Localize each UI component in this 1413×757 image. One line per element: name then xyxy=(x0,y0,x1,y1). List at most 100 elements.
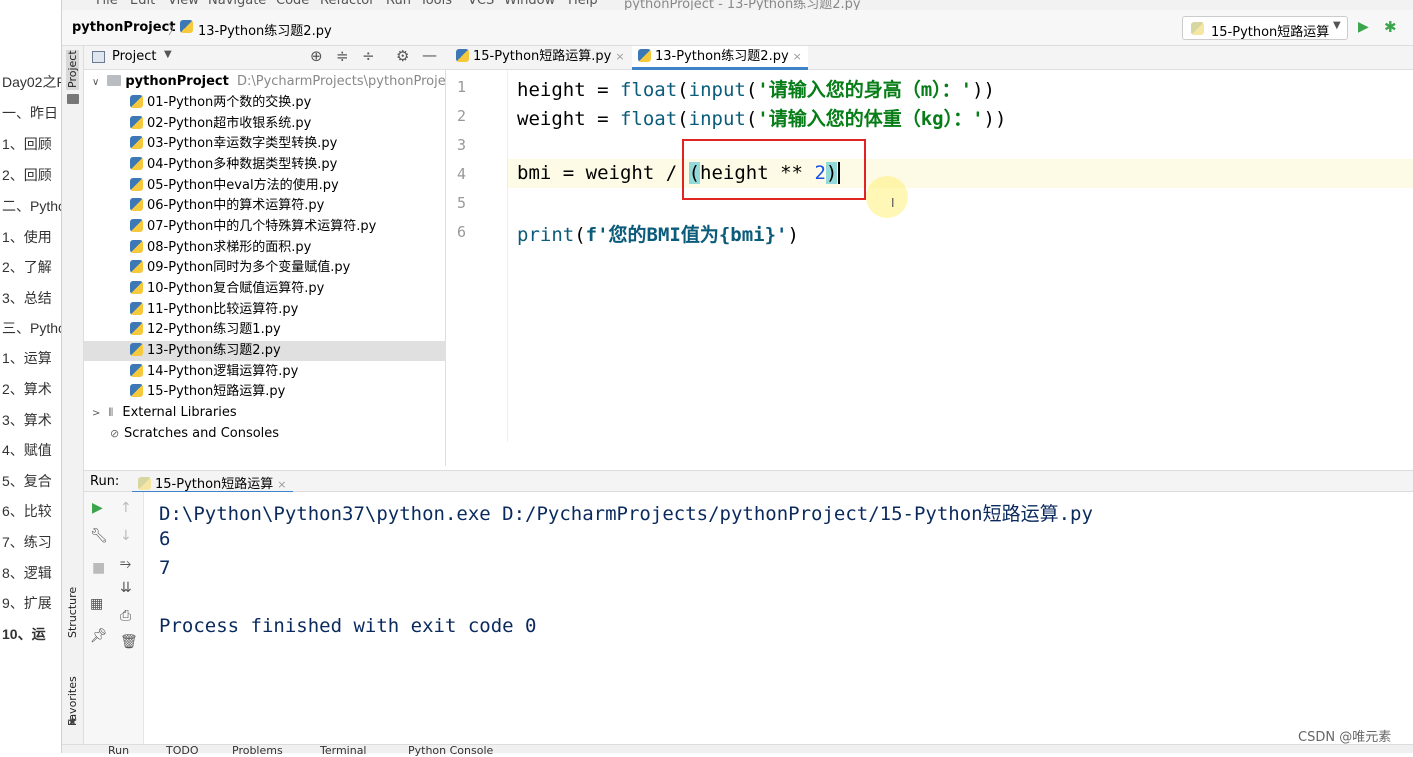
python-file-icon xyxy=(138,477,151,490)
tree-file[interactable]: 07-Python中的几个特殊算术运算符.py xyxy=(84,217,446,237)
tree-external-libraries[interactable]: > ⦀ External Libraries xyxy=(84,403,446,423)
tree-file[interactable]: 14-Python逻辑运算符.py xyxy=(84,362,446,382)
menu-code[interactable]: Code xyxy=(276,0,309,8)
tree-file[interactable]: 06-Python中的算术运算符.py xyxy=(84,196,446,216)
tree-file-selected[interactable]: 13-Python练习题2.py xyxy=(84,341,446,361)
text-cursor-icon: I xyxy=(891,196,895,210)
trash-icon[interactable]: 🗑︎ xyxy=(120,634,138,650)
console-output[interactable]: D:\Python\Python37\python.exe D:/Pycharm… xyxy=(144,492,1413,744)
down-arrow-icon[interactable]: ↓ xyxy=(120,528,132,544)
python-file-icon xyxy=(130,343,143,356)
note-line: 7、练习 xyxy=(2,534,52,550)
tree-file[interactable]: 12-Python练习题1.py xyxy=(84,320,446,340)
structure-tool-tab[interactable]: Structure xyxy=(66,578,79,638)
file-name: 02-Python超市收银系统.py xyxy=(147,116,312,131)
file-name: 01-Python两个数的交换.py xyxy=(147,95,312,110)
print-icon[interactable]: ⎙ xyxy=(120,608,131,624)
menu-window[interactable]: Window xyxy=(504,0,555,8)
bottom-tool-bar: Run TODO Problems Terminal Python Consol… xyxy=(62,744,1413,757)
line-number: 4 xyxy=(456,165,466,183)
tree-file[interactable]: 03-Python幸运数字类型转换.py xyxy=(84,134,446,154)
menu-refactor[interactable]: Refactor xyxy=(320,0,375,8)
line-number: 3 xyxy=(456,136,466,154)
menu-run[interactable]: Run xyxy=(386,0,411,8)
locate-icon[interactable]: ⊕ xyxy=(310,47,323,65)
tree-file[interactable]: 02-Python超市收银系统.py xyxy=(84,114,446,134)
tree-file[interactable]: 09-Python同时为多个变量赋值.py xyxy=(84,258,446,278)
layout-icon[interactable]: ▦ xyxy=(90,596,103,612)
chevron-down-icon: ∨ xyxy=(92,77,100,88)
project-panel-header: Project ▼ ⊕ ≑ ÷ ⚙ — xyxy=(84,46,446,70)
soft-wrap-icon[interactable]: ⥱ xyxy=(120,556,131,572)
tree-file[interactable]: 15-Python短路运算.py xyxy=(84,382,446,402)
breadcrumb-project[interactable]: pythonProject xyxy=(72,20,176,35)
line-number: 6 xyxy=(456,223,466,241)
hide-icon[interactable]: — xyxy=(422,46,437,64)
run-label: Run: xyxy=(90,474,120,489)
tree-file[interactable]: 11-Python比较运算符.py xyxy=(84,300,446,320)
line-number: 1 xyxy=(456,78,466,96)
chevron-down-icon[interactable]: ▼ xyxy=(164,49,172,60)
menu-tools[interactable]: Tools xyxy=(420,0,452,8)
up-arrow-icon[interactable]: ↑ xyxy=(120,500,132,516)
menu-file[interactable]: File xyxy=(96,0,118,8)
file-name: 03-Python幸运数字类型转换.py xyxy=(147,136,338,151)
project-tool-tab[interactable]: Project xyxy=(66,50,79,90)
close-icon[interactable]: × xyxy=(615,50,624,63)
tree-file[interactable]: 05-Python中eval方法的使用.py xyxy=(84,176,446,196)
project-view-icon xyxy=(92,51,105,63)
tree-file[interactable]: 10-Python复合赋值运算符.py xyxy=(84,279,446,299)
gear-icon[interactable]: ⚙ xyxy=(396,47,409,65)
python-file-icon xyxy=(130,136,143,149)
menu-edit[interactable]: Edit xyxy=(130,0,155,8)
stop-icon[interactable]: ■ xyxy=(92,560,105,576)
bottom-tab-todo[interactable]: TODO xyxy=(166,744,199,757)
console-line: 6 xyxy=(159,528,171,550)
close-icon[interactable]: × xyxy=(277,478,286,491)
breadcrumb-file[interactable]: 13-Python练习题2.py xyxy=(198,20,332,39)
note-line: 1、回顾 xyxy=(2,136,52,152)
bottom-tab-problems[interactable]: Problems xyxy=(232,744,283,757)
left-tool-strip: Project Structure Favorites ★ xyxy=(62,46,84,753)
collapse-all-icon[interactable]: ÷ xyxy=(362,47,375,65)
pin-icon[interactable]: 📌︎ xyxy=(90,628,108,644)
menu-vcs[interactable]: VCS xyxy=(468,0,494,8)
bottom-tab-run[interactable]: Run xyxy=(108,744,129,757)
file-name: 05-Python中eval方法的使用.py xyxy=(147,178,339,193)
menu-navigate[interactable]: Navigate xyxy=(208,0,266,8)
python-file-icon xyxy=(130,322,143,335)
file-name: 11-Python比较运算符.py xyxy=(147,302,299,317)
line-number: 5 xyxy=(456,194,466,212)
code-editor[interactable]: height = float(input('请输入您的身高（m）：')) wei… xyxy=(508,70,1413,442)
menu-help[interactable]: Help xyxy=(568,0,598,8)
bottom-tab-terminal[interactable]: Terminal xyxy=(320,744,367,757)
tree-file[interactable]: 08-Python求梯形的面积.py xyxy=(84,238,446,258)
menu-view[interactable]: View xyxy=(168,0,199,8)
tree-root[interactable]: ∨ pythonProject D:\PycharmProjects\python… xyxy=(84,72,458,92)
debug-icon[interactable]: ✱ xyxy=(1384,18,1397,36)
run-tab[interactable]: 15-Python短路运算 × xyxy=(132,471,293,493)
run-configuration-select[interactable]: 15-Python短路运算 ▼ xyxy=(1182,16,1348,40)
python-file-icon xyxy=(130,95,143,108)
tab-15-python[interactable]: 15-Python短路运算.py × xyxy=(450,46,631,70)
run-toolbar: ▶ ↑ 🔧︎ ↓ ■ ⥱ ⇊ ▦ ⎙ 📌︎ 🗑︎ xyxy=(84,492,144,744)
mouse-cursor-highlight xyxy=(866,176,908,218)
tree-file[interactable]: 04-Python多种数据类型转换.py xyxy=(84,155,446,175)
close-icon[interactable]: × xyxy=(793,50,802,63)
scroll-to-end-icon[interactable]: ⇊ xyxy=(120,580,132,596)
run-icon[interactable]: ▶ xyxy=(1358,19,1369,35)
tab-13-python[interactable]: 13-Python练习题2.py × xyxy=(632,46,808,70)
project-view-label[interactable]: Project xyxy=(112,49,156,64)
python-file-icon xyxy=(130,302,143,315)
bottom-tab-python-console[interactable]: Python Console xyxy=(408,744,493,757)
root-name: pythonProject xyxy=(125,74,229,89)
tree-scratches[interactable]: ⊘ Scratches and Consoles xyxy=(84,424,446,444)
chevron-down-icon: ▼ xyxy=(1333,20,1341,31)
note-line: 8、逻辑 xyxy=(2,565,52,581)
wrench-icon[interactable]: 🔧︎ xyxy=(90,528,108,544)
rerun-icon[interactable]: ▶ xyxy=(92,500,103,516)
scratches-icon: ⊘ xyxy=(110,427,120,440)
expand-all-icon[interactable]: ≑ xyxy=(336,47,349,65)
tree-file[interactable]: 01-Python两个数的交换.py xyxy=(84,93,446,113)
navigation-bar: pythonProject 〉 13-Python练习题2.py 15-Pyth… xyxy=(62,10,1413,46)
